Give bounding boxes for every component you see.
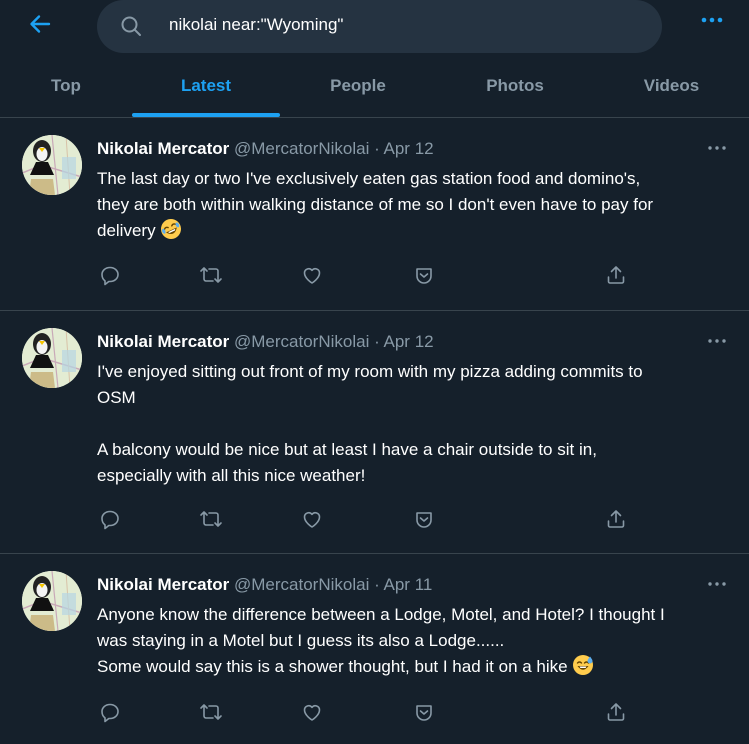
like-button[interactable] [299, 507, 325, 531]
tweet-line: was staying in a Motel but I guess its a… [97, 631, 505, 650]
tab-label: People [330, 75, 386, 95]
share-icon [607, 703, 625, 721]
tab-photos[interactable]: Photos [436, 54, 594, 117]
share-icon [607, 510, 625, 528]
tweet-line: delivery [97, 218, 732, 244]
reply-icon [101, 266, 119, 286]
author-handle-date[interactable]: @MercatorNikolai · Apr 12 [234, 139, 434, 158]
tweet-text: The last day or two I've exclusively eat… [97, 166, 732, 244]
tweet-line: A balcony would be nice but at least I h… [97, 440, 597, 459]
top-bar: nikolai near:"Wyoming" [0, 0, 749, 54]
more-options-button[interactable] [696, 8, 728, 32]
reply-button[interactable] [97, 507, 123, 531]
active-tab-indicator [132, 113, 280, 117]
author-name[interactable]: Nikolai Mercator [97, 575, 229, 594]
tweet-header: Nikolai Mercator @MercatorNikolai · Apr … [97, 332, 434, 352]
bookmark-icon [416, 512, 432, 528]
tab-bar: Top Latest People Photos Videos [0, 54, 749, 118]
tab-videos[interactable]: Videos [594, 54, 749, 117]
share-button[interactable] [603, 507, 629, 531]
tweet-line: I've enjoyed sitting out front of my roo… [97, 362, 643, 381]
search-input[interactable]: nikolai near:"Wyoming" [97, 0, 662, 53]
retweet-icon [200, 511, 222, 527]
tweet-line-text: Some would say this is a shower thought,… [97, 657, 568, 676]
tweet-text: I've enjoyed sitting out front of my roo… [97, 359, 732, 489]
author-handle-date[interactable]: @MercatorNikolai · Apr 12 [234, 332, 434, 351]
back-button[interactable] [24, 8, 56, 40]
bookmark-button[interactable] [411, 507, 437, 531]
tweet-actions [97, 263, 637, 287]
tweet-actions [97, 507, 637, 531]
tab-label: Photos [486, 75, 544, 95]
avatar[interactable] [22, 571, 82, 631]
tab-top[interactable]: Top [0, 54, 132, 117]
tweet-line-text: delivery [97, 221, 156, 240]
tweet-line: they are both within walking distance of… [97, 195, 654, 214]
tab-label: Latest [180, 75, 232, 95]
sweat-smile-emoji [573, 655, 594, 675]
like-icon [303, 705, 321, 721]
author-name[interactable]: Nikolai Mercator [97, 332, 229, 351]
retweet-icon [200, 267, 222, 283]
avatar[interactable] [22, 135, 82, 195]
bookmark-icon [416, 705, 432, 721]
tweet-actions [97, 700, 637, 724]
retweet-button[interactable] [198, 700, 224, 724]
tweet-line [97, 411, 732, 437]
avatar[interactable] [22, 328, 82, 388]
tweet-more-button[interactable] [703, 138, 731, 158]
retweet-button[interactable] [198, 507, 224, 531]
reply-button[interactable] [97, 263, 123, 287]
tweet-header: Nikolai Mercator @MercatorNikolai · Apr … [97, 139, 434, 159]
avatar-image [22, 328, 82, 388]
tweet-more-button[interactable] [703, 574, 731, 594]
tweet[interactable]: Nikolai Mercator @MercatorNikolai · Apr … [0, 554, 749, 744]
back-arrow-icon [30, 15, 51, 33]
tweet-line: OSM [97, 388, 136, 407]
retweet-icon [200, 704, 222, 720]
bookmark-button[interactable] [411, 700, 437, 724]
author-handle-date[interactable]: @MercatorNikolai · Apr 11 [234, 575, 432, 594]
bookmark-button[interactable] [411, 263, 437, 287]
like-icon [303, 512, 321, 528]
tweet-line: The last day or two I've exclusively eat… [97, 169, 641, 188]
author-name[interactable]: Nikolai Mercator [97, 139, 229, 158]
more-icon [701, 17, 723, 23]
search-icon [121, 16, 141, 36]
tweet[interactable]: Nikolai Mercator @MercatorNikolai · Apr … [0, 118, 749, 311]
more-icon [708, 339, 726, 343]
tweet-line: Some would say this is a shower thought,… [97, 654, 732, 680]
bookmark-icon [416, 268, 432, 284]
tweet-more-button[interactable] [703, 331, 731, 351]
tweet-header: Nikolai Mercator @MercatorNikolai · Apr … [97, 575, 432, 595]
tab-label: Videos [643, 75, 700, 95]
tab-latest[interactable]: Latest [132, 54, 280, 117]
tweet-line: Anyone know the difference between a Lod… [97, 605, 665, 624]
like-icon [303, 268, 321, 284]
like-button[interactable] [299, 700, 325, 724]
share-button[interactable] [603, 263, 629, 287]
more-icon [708, 146, 726, 150]
tab-label: Top [51, 75, 81, 95]
more-icon [708, 582, 726, 586]
rofl-emoji [161, 219, 182, 239]
reply-button[interactable] [97, 700, 123, 724]
share-icon [607, 266, 625, 284]
tweet[interactable]: Nikolai Mercator @MercatorNikolai · Apr … [0, 311, 749, 554]
avatar-image [22, 135, 82, 195]
share-button[interactable] [603, 700, 629, 724]
like-button[interactable] [299, 263, 325, 287]
search-query: nikolai near:"Wyoming" [169, 15, 344, 34]
reply-icon [101, 703, 119, 723]
avatar-image [22, 571, 82, 631]
retweet-button[interactable] [198, 263, 224, 287]
reply-icon [101, 510, 119, 530]
tweet-line: especially with all this nice weather! [97, 466, 366, 485]
tab-people[interactable]: People [280, 54, 436, 117]
tweet-text: Anyone know the difference between a Lod… [97, 602, 732, 680]
